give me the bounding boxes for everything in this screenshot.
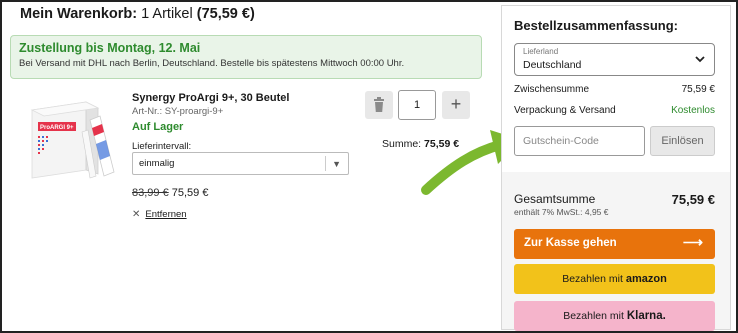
cart-title-total: (75,59 €): [196, 6, 255, 22]
trash-icon: [374, 97, 384, 112]
product-name[interactable]: Synergy ProArgi 9+, 30 Beutel: [132, 92, 289, 104]
product-article-number: Art-Nr.: SY-proargi-9+: [132, 106, 224, 117]
delivery-info-box: Zustellung bis Montag, 12. Mai Bei Versa…: [10, 35, 482, 79]
subtotal-row: Zwischensumme 75,59 €: [514, 84, 715, 95]
delivery-interval-select[interactable]: einmalig ▼: [132, 152, 349, 175]
caret-down-icon: ▼: [332, 159, 341, 169]
cart-title: Mein Warenkorb: 1 Artikel (75,59 €): [20, 6, 255, 22]
total-value: 75,59 €: [671, 192, 715, 207]
line-total-label: Summe:: [382, 138, 422, 150]
klarna-logo: Klarna.: [626, 310, 666, 322]
cart-item-count: 1 Artikel: [137, 6, 197, 22]
amazon-logo: amazon: [625, 273, 667, 285]
cart-title-label: Mein Warenkorb:: [20, 6, 138, 22]
order-summary-panel: Bestellzusammenfassung: Lieferland Deuts…: [501, 5, 731, 331]
price-current: 75,59 €: [171, 187, 209, 199]
redeem-button[interactable]: Einlösen: [650, 126, 715, 156]
klarna-pay-label: Bezahlen mit: [563, 310, 627, 322]
shipping-label: Verpackung & Versand: [514, 105, 616, 116]
checkout-button[interactable]: Zur Kasse gehen ⟶: [514, 229, 715, 259]
increase-quantity-button[interactable]: +: [442, 91, 470, 119]
select-divider: [325, 156, 326, 171]
coupon-input[interactable]: Gutschein-Code: [514, 126, 645, 156]
stock-status: Auf Lager: [132, 121, 184, 133]
product-image-text: ProARGI 9+: [40, 125, 74, 131]
total-label: Gesamtsumme: [514, 192, 596, 206]
country-select-value: Deutschland: [523, 59, 582, 71]
remove-label: Entfernen: [145, 209, 187, 220]
price-old: 83,99 €: [132, 187, 169, 199]
delivery-subtitle: Bei Versand mit DHL nach Berlin, Deutsch…: [19, 58, 405, 69]
amazon-pay-label: Bezahlen mit: [562, 273, 626, 285]
country-select-label: Lieferland: [523, 47, 559, 56]
tax-note: enthält 7% MwSt.: 4,95 €: [514, 207, 609, 217]
shipping-value: Kostenlos: [671, 105, 715, 116]
delete-item-button[interactable]: [365, 91, 393, 119]
close-icon: ✕: [132, 209, 141, 220]
product-image[interactable]: ProARGI 9+: [24, 92, 122, 184]
amazon-pay-button[interactable]: Bezahlen mit amazon: [514, 264, 715, 294]
price-line: 83,99 € 75,59 €: [132, 187, 208, 199]
shipping-row: Verpackung & Versand Kostenlos: [514, 105, 715, 116]
plus-icon: +: [450, 94, 462, 114]
remove-button[interactable]: ✕ Entfernen: [132, 209, 187, 220]
quantity-input[interactable]: 1: [398, 90, 436, 120]
delivery-interval-label: Lieferintervall:: [132, 141, 192, 152]
summary-title: Bestellzusammenfassung:: [514, 18, 678, 33]
delivery-title: Zustellung bis Montag, 12. Mai: [19, 41, 201, 55]
checkout-label: Zur Kasse gehen: [524, 237, 617, 249]
subtotal-label: Zwischensumme: [514, 84, 590, 95]
country-select[interactable]: Lieferland Deutschland: [514, 43, 715, 76]
subtotal-value: 75,59 €: [681, 84, 715, 95]
klarna-pay-button[interactable]: Bezahlen mit Klarna.: [514, 301, 715, 331]
chevron-down-icon: [695, 56, 705, 63]
arrow-right-icon: ⟶: [682, 234, 703, 250]
delivery-interval-value: einmalig: [139, 158, 175, 169]
